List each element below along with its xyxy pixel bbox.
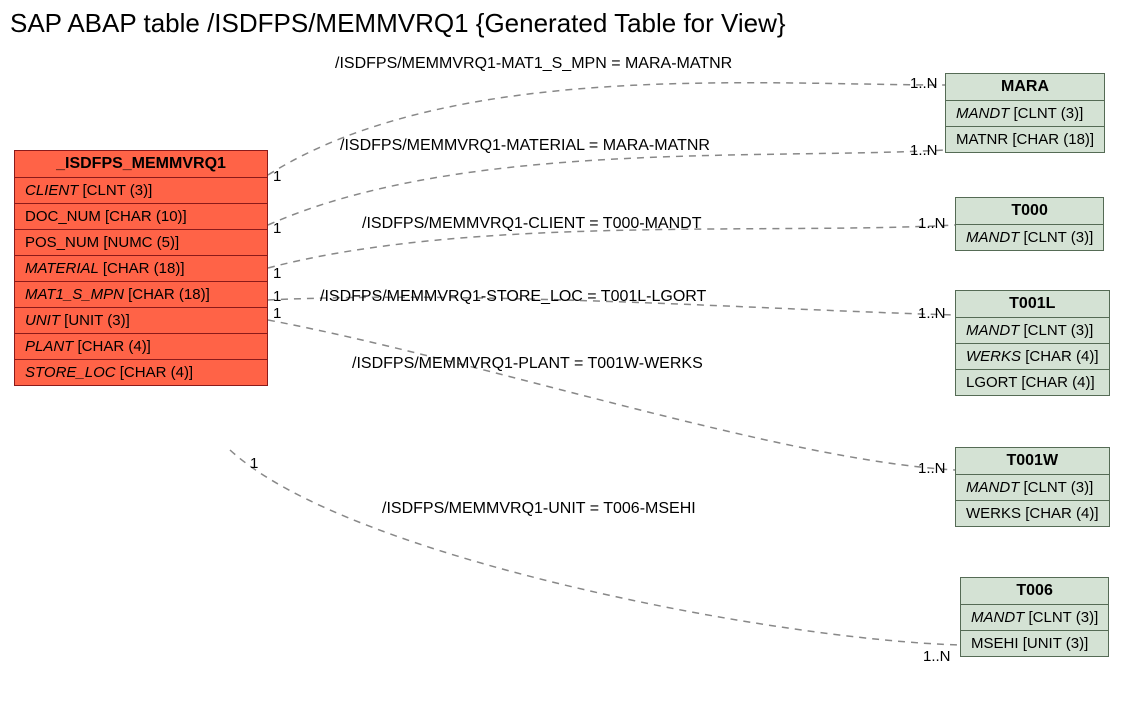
cardinality-right: 1..N (910, 75, 938, 92)
cardinality-left: 1 (273, 288, 281, 305)
field-name: MANDT (966, 322, 1024, 339)
field-name: MANDT (956, 105, 1014, 122)
table-t001l: T001LMANDT [CLNT (3)]WERKS [CHAR (4)]LGO… (955, 290, 1110, 396)
field-type: [CHAR (18)] (103, 260, 185, 277)
table-row: MAT1_S_MPN [CHAR (18)] (15, 282, 267, 308)
table-row: UNIT [UNIT (3)] (15, 308, 267, 334)
table-isdfps-memmvrq1: _ISDFPS_MEMMVRQ1 CLIENT [CLNT (3)]DOC_NU… (14, 150, 268, 386)
field-name: DOC_NUM (25, 208, 105, 225)
field-type: [CLNT (3)] (1024, 322, 1094, 339)
field-type: [UNIT (3)] (64, 312, 130, 329)
table-row: MANDT [CLNT (3)] (956, 225, 1103, 250)
field-name: PLANT (25, 338, 78, 355)
field-type: [CHAR (4)] (1025, 348, 1098, 365)
field-type: [CHAR (4)] (78, 338, 151, 355)
table-mara: MARAMANDT [CLNT (3)]MATNR [CHAR (18)] (945, 73, 1105, 153)
field-name: CLIENT (25, 182, 83, 199)
table-fields: CLIENT [CLNT (3)]DOC_NUM [CHAR (10)]POS_… (15, 178, 267, 385)
relation-label: /ISDFPS/MEMMVRQ1-MATERIAL = MARA-MATNR (340, 137, 710, 155)
field-name: MAT1_S_MPN (25, 286, 128, 303)
field-name: MANDT (966, 479, 1024, 496)
table-row: POS_NUM [NUMC (5)] (15, 230, 267, 256)
table-row: LGORT [CHAR (4)] (956, 370, 1109, 395)
cardinality-left: 1 (273, 168, 281, 185)
table-t001w: T001WMANDT [CLNT (3)]WERKS [CHAR (4)] (955, 447, 1110, 527)
cardinality-left: 1 (273, 220, 281, 237)
cardinality-right: 1..N (918, 215, 946, 232)
field-type: [CLNT (3)] (1024, 229, 1094, 246)
relation-label: /ISDFPS/MEMMVRQ1-MAT1_S_MPN = MARA-MATNR (335, 55, 732, 73)
table-header: T001L (956, 291, 1109, 318)
cardinality-right: 1..N (918, 460, 946, 477)
field-name: WERKS (966, 505, 1025, 522)
field-name: MANDT (966, 229, 1024, 246)
diagram-title: SAP ABAP table /ISDFPS/MEMMVRQ1 {Generat… (10, 8, 786, 39)
field-name: MATERIAL (25, 260, 103, 277)
table-row: MATNR [CHAR (18)] (946, 127, 1104, 152)
table-row: PLANT [CHAR (4)] (15, 334, 267, 360)
field-type: [CLNT (3)] (1029, 609, 1099, 626)
relation-line (230, 450, 960, 645)
table-row: WERKS [CHAR (4)] (956, 344, 1109, 370)
cardinality-right: 1..N (918, 305, 946, 322)
field-name: STORE_LOC (25, 364, 120, 381)
field-type: [UNIT (3)] (1023, 635, 1089, 652)
field-type: [CHAR (18)] (1012, 131, 1094, 148)
relation-label: /ISDFPS/MEMMVRQ1-PLANT = T001W-WERKS (352, 355, 703, 373)
field-type: [CHAR (4)] (1025, 505, 1098, 522)
table-row: WERKS [CHAR (4)] (956, 501, 1109, 526)
cardinality-right: 1..N (910, 142, 938, 159)
table-header: T000 (956, 198, 1103, 225)
field-type: [CHAR (10)] (105, 208, 187, 225)
relation-label: /ISDFPS/MEMMVRQ1-UNIT = T006-MSEHI (382, 500, 696, 518)
cardinality-left: 1 (273, 305, 281, 322)
table-row: MANDT [CLNT (3)] (946, 101, 1104, 127)
cardinality-left: 1 (250, 455, 258, 472)
relation-line (268, 150, 945, 225)
table-row: MANDT [CLNT (3)] (956, 318, 1109, 344)
field-name: LGORT (966, 374, 1021, 391)
field-type: [CLNT (3)] (1024, 479, 1094, 496)
relation-line (268, 320, 955, 470)
table-header: MARA (946, 74, 1104, 101)
field-name: MANDT (971, 609, 1029, 626)
table-row: MATERIAL [CHAR (18)] (15, 256, 267, 282)
cardinality-right: 1..N (923, 648, 951, 665)
field-name: MATNR (956, 131, 1012, 148)
table-row: MANDT [CLNT (3)] (961, 605, 1108, 631)
table-row: MSEHI [UNIT (3)] (961, 631, 1108, 656)
field-type: [NUMC (5)] (103, 234, 179, 251)
table-header: T001W (956, 448, 1109, 475)
field-type: [CHAR (18)] (128, 286, 210, 303)
table-row: STORE_LOC [CHAR (4)] (15, 360, 267, 385)
field-type: [CHAR (4)] (1021, 374, 1094, 391)
field-name: UNIT (25, 312, 64, 329)
field-name: MSEHI (971, 635, 1023, 652)
table-t006: T006MANDT [CLNT (3)]MSEHI [UNIT (3)] (960, 577, 1109, 657)
field-type: [CHAR (4)] (120, 364, 193, 381)
relation-line (268, 83, 945, 175)
field-name: WERKS (966, 348, 1025, 365)
table-row: CLIENT [CLNT (3)] (15, 178, 267, 204)
field-type: [CLNT (3)] (1014, 105, 1084, 122)
cardinality-left: 1 (273, 265, 281, 282)
table-header: _ISDFPS_MEMMVRQ1 (15, 151, 267, 178)
table-row: DOC_NUM [CHAR (10)] (15, 204, 267, 230)
table-row: MANDT [CLNT (3)] (956, 475, 1109, 501)
table-t000: T000MANDT [CLNT (3)] (955, 197, 1104, 251)
field-type: [CLNT (3)] (83, 182, 153, 199)
relation-label: /ISDFPS/MEMMVRQ1-STORE_LOC = T001L-LGORT (320, 288, 706, 306)
table-header: T006 (961, 578, 1108, 605)
relation-label: /ISDFPS/MEMMVRQ1-CLIENT = T000-MANDT (362, 215, 701, 233)
field-name: POS_NUM (25, 234, 103, 251)
